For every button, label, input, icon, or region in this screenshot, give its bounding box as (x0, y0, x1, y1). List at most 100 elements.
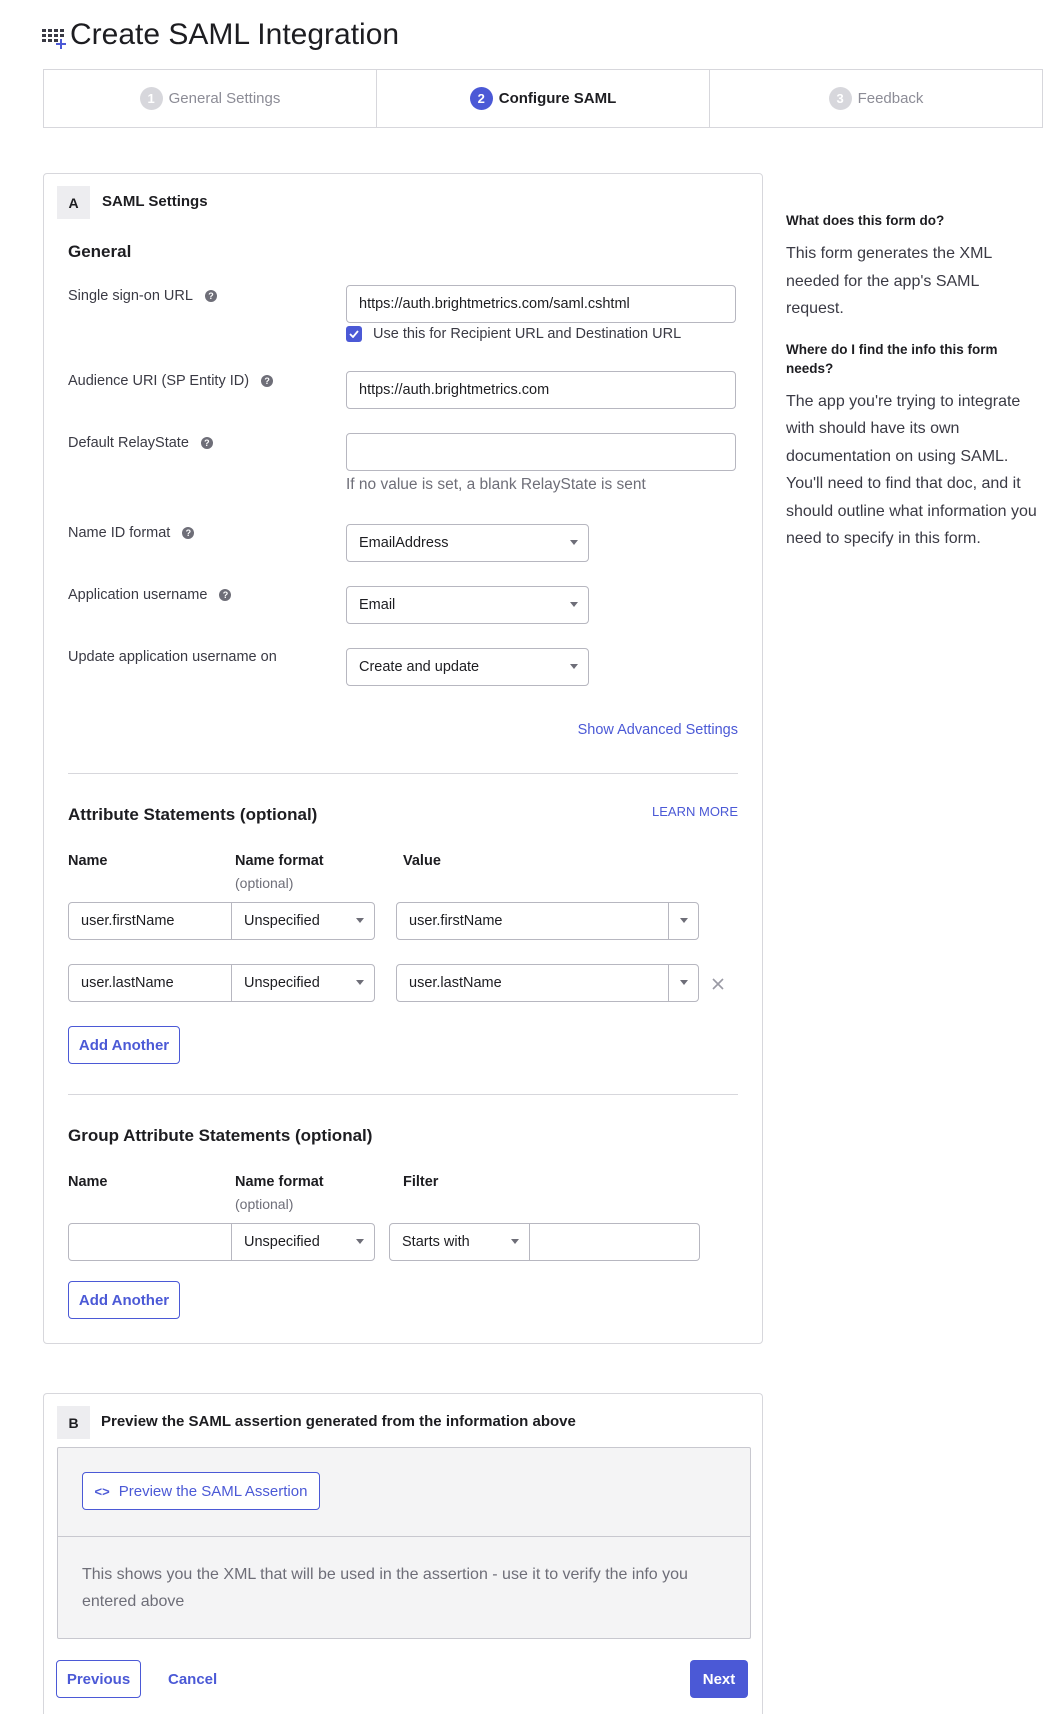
caret-down-icon (356, 1239, 364, 1244)
audience-uri-label: Audience URI (SP Entity ID) ? (68, 373, 274, 389)
divider (68, 773, 738, 774)
name-id-format-label: Name ID format ? (68, 525, 195, 541)
help-answer: The app you're trying to integrate with … (786, 392, 1037, 548)
col-value-header: Value (403, 853, 441, 869)
select-value: Unspecified (244, 913, 320, 929)
group-attribute-format-select[interactable]: Unspecified (231, 1223, 375, 1261)
step-label: Feedback (857, 90, 924, 107)
update-username-label: Update application username on (68, 649, 277, 665)
select-value: Starts with (402, 1234, 470, 1250)
add-another-attribute-button[interactable]: Add Another (68, 1026, 180, 1064)
group-col-format-header: Name format (235, 1174, 324, 1190)
help-icon[interactable]: ? (204, 290, 217, 302)
recipient-url-checkbox-row[interactable]: Use this for Recipient URL and Destinati… (346, 326, 681, 342)
help-icon[interactable]: ? (182, 527, 195, 539)
caret-down-icon (680, 980, 688, 985)
apps-add-icon (42, 29, 66, 49)
button-label: Preview the SAML Assertion (118, 1482, 308, 1500)
attribute-format-select[interactable]: Unspecified (231, 902, 375, 940)
caret-down-icon (570, 540, 578, 545)
update-username-select[interactable]: Create and update (346, 648, 589, 686)
page-title: Create SAML Integration (42, 18, 399, 52)
preview-saml-assertion-button[interactable]: <> Preview the SAML Assertion (82, 1472, 320, 1510)
caret-down-icon (356, 980, 364, 985)
step-label: General Settings (168, 90, 281, 107)
col-format-header: Name format (235, 853, 324, 869)
group-col-filter-header: Filter (403, 1174, 439, 1190)
col-name-header: Name (68, 853, 108, 869)
select-value: Create and update (359, 659, 480, 675)
step-number: 3 (828, 87, 852, 110)
caret-down-icon (680, 918, 688, 923)
learn-more-link[interactable]: LEARN MORE (652, 804, 738, 819)
sso-url-input[interactable]: https://auth.brightmetrics.com/saml.csht… (346, 285, 736, 323)
previous-button[interactable]: Previous (56, 1660, 141, 1698)
step-number: 1 (139, 87, 163, 110)
select-value: Unspecified (244, 1234, 320, 1250)
name-id-format-label-text: Name ID format (68, 525, 171, 541)
select-value: Unspecified (244, 975, 320, 991)
attribute-name-input[interactable]: user.lastName (68, 964, 232, 1002)
remove-row-close-icon[interactable] (712, 978, 724, 990)
app-username-label: Application username ? (68, 587, 232, 603)
section-badge: B (57, 1406, 90, 1439)
help-question: Where do I find the info this form needs… (786, 341, 998, 376)
relay-state-label: Default RelayState ? (68, 435, 213, 451)
group-filter-value-input[interactable] (529, 1223, 700, 1261)
app-username-label-text: Application username (68, 587, 208, 603)
step-label: Configure SAML (498, 90, 617, 107)
section-badge: A (57, 186, 90, 219)
group-col-format-subheader: (optional) (235, 1196, 294, 1212)
step-number: 2 (469, 87, 493, 110)
caret-down-icon (511, 1239, 519, 1244)
relay-state-hint: If no value is set, a blank RelayState i… (346, 476, 646, 493)
step-general-settings[interactable]: 1 General Settings (44, 70, 377, 127)
attribute-name-input[interactable]: user.firstName (68, 902, 232, 940)
help-question: What does this form do? (786, 213, 945, 228)
group-attribute-name-input[interactable] (68, 1223, 232, 1261)
col-format-subheader: (optional) (235, 875, 294, 891)
step-configure-saml[interactable]: 2 Configure SAML (377, 70, 710, 127)
attribute-value-dropdown[interactable] (668, 964, 699, 1002)
group-attribute-statements-heading: Group Attribute Statements (optional) (68, 1126, 373, 1145)
audience-uri-label-text: Audience URI (SP Entity ID) (68, 373, 250, 389)
help-icon[interactable]: ? (219, 589, 232, 601)
general-heading: General (68, 242, 132, 261)
attribute-format-select[interactable]: Unspecified (231, 964, 375, 1002)
recipient-url-checkbox[interactable] (346, 326, 362, 342)
step-feedback[interactable]: 3 Feedback (710, 70, 1042, 127)
add-another-group-attribute-button[interactable]: Add Another (68, 1281, 180, 1319)
update-username-label-text: Update application username on (68, 649, 277, 665)
attribute-value-dropdown[interactable] (668, 902, 699, 940)
caret-down-icon (356, 918, 364, 923)
attribute-value-input[interactable]: user.lastName (396, 964, 669, 1002)
audience-uri-input[interactable]: https://auth.brightmetrics.com (346, 371, 736, 409)
caret-down-icon (570, 602, 578, 607)
code-icon: <> (94, 1483, 110, 1499)
app-username-select[interactable]: Email (346, 586, 589, 624)
divider (68, 1094, 738, 1095)
page-title-text: Create SAML Integration (70, 18, 400, 51)
wizard-stepper: 1 General Settings 2 Configure SAML 3 Fe… (43, 69, 1043, 128)
preview-box: <> Preview the SAML Assertion This shows… (57, 1447, 751, 1639)
select-value: Email (359, 597, 396, 613)
preview-description: This shows you the XML that will be used… (82, 1566, 688, 1610)
help-icon[interactable]: ? (261, 375, 274, 387)
relay-state-label-text: Default RelayState (68, 435, 189, 451)
help-icon[interactable]: ? (200, 437, 213, 449)
cancel-link[interactable]: Cancel (168, 1671, 217, 1688)
section-title: SAML Settings (102, 193, 208, 210)
attribute-value-input[interactable]: user.firstName (396, 902, 669, 940)
help-answer: This form generates the XML needed for t… (786, 245, 992, 317)
name-id-format-select[interactable]: EmailAddress (346, 524, 589, 562)
relay-state-input[interactable] (346, 433, 736, 471)
show-advanced-settings-link[interactable]: Show Advanced Settings (578, 722, 738, 738)
help-sidebar: What does this form do? This form genera… (786, 211, 1046, 553)
sso-url-label: Single sign-on URL ? (68, 288, 217, 304)
select-value: EmailAddress (359, 535, 449, 551)
caret-down-icon (570, 664, 578, 669)
section-title: Preview the SAML assertion generated fro… (101, 1413, 576, 1430)
group-col-name-header: Name (68, 1174, 108, 1190)
group-filter-type-select[interactable]: Starts with (389, 1223, 530, 1261)
next-button[interactable]: Next (690, 1660, 748, 1698)
